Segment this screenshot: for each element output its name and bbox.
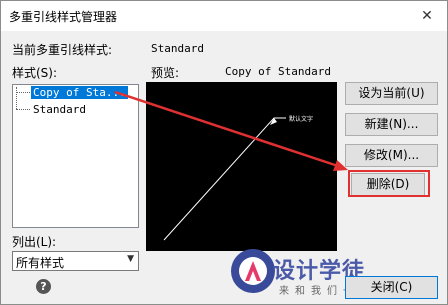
styles-label: 样式(S): bbox=[12, 66, 58, 80]
leader-line bbox=[163, 117, 286, 241]
close-icon[interactable]: ✕ bbox=[407, 1, 447, 31]
styles-list[interactable]: Copy of Sta... Standard bbox=[12, 84, 139, 228]
modify-button[interactable]: 修改(M)... bbox=[345, 144, 438, 167]
style-item-copy-of-standard[interactable]: Copy of Sta... bbox=[31, 86, 128, 99]
list-filter-value: 所有样式 bbox=[16, 256, 65, 270]
tree-line bbox=[16, 92, 30, 93]
chevron-down-icon: ▼ bbox=[127, 254, 134, 264]
watermark-logo-inner bbox=[239, 257, 267, 285]
current-style-label: 当前多重引线样式: bbox=[12, 43, 113, 57]
tree-line bbox=[16, 109, 30, 110]
preview-label: 预览: bbox=[151, 66, 180, 80]
title-bar: 多重引线样式管理器 ✕ bbox=[1, 1, 447, 31]
tree-line bbox=[16, 87, 17, 109]
style-item-standard[interactable]: Standard bbox=[31, 103, 88, 116]
leader-text: 默认文字 bbox=[289, 115, 313, 123]
watermark-logo-circle bbox=[231, 249, 275, 293]
delete-highlight-box bbox=[348, 170, 430, 197]
list-filter-label: 列出(L): bbox=[12, 235, 57, 249]
preview-pane: 默认文字 bbox=[146, 82, 337, 251]
watermark-logo-a bbox=[245, 261, 261, 281]
multileader-style-manager-dialog: 多重引线样式管理器 ✕ 当前多重引线样式: Standard 样式(S): 预览… bbox=[0, 0, 448, 305]
leader-preview-graphic: 默认文字 bbox=[163, 115, 313, 241]
current-style-value: Standard bbox=[151, 42, 204, 55]
preview-style-name: Copy of Standard bbox=[225, 65, 331, 78]
set-current-button[interactable]: 设为当前(U) bbox=[345, 82, 438, 105]
list-filter-select[interactable]: 所有样式 ▼ bbox=[12, 251, 139, 271]
window-title: 多重引线样式管理器 bbox=[9, 10, 118, 24]
close-button[interactable]: 关闭(C) bbox=[345, 276, 438, 299]
new-button[interactable]: 新建(N)... bbox=[345, 113, 438, 136]
help-icon[interactable]: ? bbox=[36, 279, 51, 294]
